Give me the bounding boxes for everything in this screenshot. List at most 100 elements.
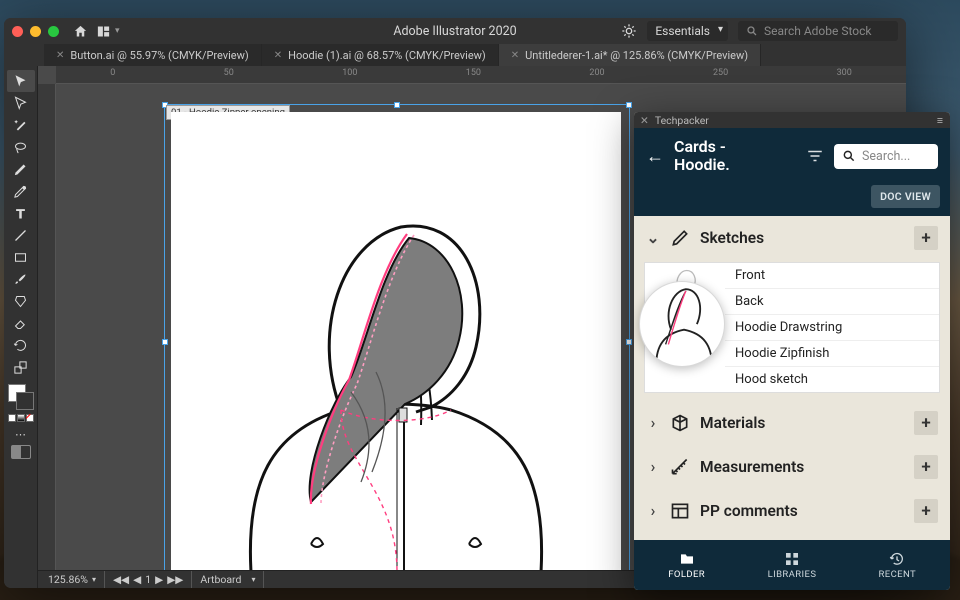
bottom-tab-libraries[interactable]: LIBRARIES xyxy=(739,540,844,590)
artboard[interactable] xyxy=(171,112,621,570)
color-mode-normal[interactable] xyxy=(8,414,16,422)
home-icon[interactable] xyxy=(73,24,88,39)
section-label: PP comments xyxy=(700,502,798,520)
status-context[interactable]: Artboard▾ xyxy=(192,571,264,588)
doc-tab[interactable]: ✕ Button.ai @ 55.97% (CMYK/Preview) xyxy=(44,44,262,66)
doc-tab-active[interactable]: ✕Untitlederer-1.ai* @ 125.86% (CMYK/Prev… xyxy=(499,44,761,66)
section-materials: › Materials + xyxy=(634,401,950,445)
bottom-tab-folder[interactable]: FOLDER xyxy=(634,540,739,590)
layout-icon xyxy=(670,501,690,521)
chevron-right-icon: › xyxy=(646,502,660,520)
cube-icon xyxy=(670,413,690,433)
techpacker-bottom-nav: FOLDER LIBRARIES RECENT xyxy=(634,540,950,590)
direct-selection-tool[interactable] xyxy=(7,92,35,114)
shaper-tool[interactable] xyxy=(7,290,35,312)
recent-icon xyxy=(888,551,906,567)
techpacker-header: ← Cards -Hoodie. Search... xyxy=(634,128,950,185)
section-label: Materials xyxy=(700,414,765,432)
toolbox-more[interactable]: ⋯ xyxy=(15,428,26,441)
search-placeholder: Search... xyxy=(862,149,910,164)
section-label: Sketches xyxy=(700,229,764,247)
eraser-tool[interactable] xyxy=(7,312,35,334)
toolbox: ⋯ xyxy=(4,66,38,588)
folder-icon xyxy=(678,551,696,567)
add-sketch-button[interactable]: + xyxy=(914,226,938,250)
window-close-button[interactable] xyxy=(12,26,23,37)
panel-grip[interactable]: ✕ Techpacker ≡ xyxy=(634,112,950,128)
selection-tool[interactable] xyxy=(7,70,35,92)
rotate-tool[interactable] xyxy=(7,334,35,356)
panel-grip-title: Techpacker xyxy=(649,114,937,127)
list-item[interactable]: Back xyxy=(725,288,939,314)
section-pp-header[interactable]: › PP comments + xyxy=(634,489,950,533)
doc-tab-label: Button.ai @ 55.97% (CMYK/Preview) xyxy=(70,49,248,62)
add-material-button[interactable]: + xyxy=(914,411,938,435)
back-button[interactable]: ← xyxy=(646,146,664,167)
list-item[interactable]: Hood sketch xyxy=(725,366,939,392)
list-item[interactable]: Hoodie Zipfinish xyxy=(725,340,939,366)
ruler-vertical[interactable] xyxy=(38,84,56,570)
window-zoom-button[interactable] xyxy=(48,26,59,37)
hoodie-sketch xyxy=(191,172,601,570)
arrange-docs-icon[interactable] xyxy=(96,24,111,39)
paintbrush-tool[interactable] xyxy=(7,268,35,290)
doc-tab[interactable]: ✕Hoodie (1).ai @ 68.57% (CMYK/Preview) xyxy=(262,44,499,66)
type-tool[interactable] xyxy=(7,202,35,224)
tab-close-icon[interactable]: ✕ xyxy=(511,50,519,61)
line-tool[interactable] xyxy=(7,224,35,246)
add-measurement-button[interactable]: + xyxy=(914,455,938,479)
section-measurements-header[interactable]: › Measurements + xyxy=(634,445,950,489)
doc-view-button[interactable]: DOC VIEW xyxy=(871,185,940,208)
ruler-icon xyxy=(670,457,690,477)
color-mode-none[interactable] xyxy=(26,414,34,422)
titlebar: ▾ Adobe Illustrator 2020 Essentials Sear… xyxy=(4,18,906,44)
section-materials-header[interactable]: › Materials + xyxy=(634,401,950,445)
list-item[interactable]: Front xyxy=(725,263,939,288)
scale-tool[interactable] xyxy=(7,356,35,378)
techpacker-title: Cards -Hoodie. xyxy=(674,138,796,175)
color-mode-gradient[interactable] xyxy=(17,414,25,422)
bottom-tab-recent[interactable]: RECENT xyxy=(845,540,950,590)
panel-menu-icon[interactable]: ≡ xyxy=(937,114,944,127)
dropdown-caret-icon[interactable]: ▾ xyxy=(115,26,120,36)
screen-mode[interactable] xyxy=(11,445,31,459)
stock-search-placeholder: Search Adobe Stock xyxy=(764,24,872,38)
document-tabs: ✕ Button.ai @ 55.97% (CMYK/Preview) ✕Hood… xyxy=(4,44,906,66)
section-sketches-header[interactable]: ⌄ Sketches + xyxy=(634,216,950,260)
workspace-dropdown[interactable]: Essentials xyxy=(647,21,728,41)
list-item[interactable]: Hoodie Drawstring xyxy=(725,314,939,340)
curvature-tool[interactable] xyxy=(7,180,35,202)
magic-wand-tool[interactable] xyxy=(7,114,35,136)
tab-close-icon[interactable]: ✕ xyxy=(274,50,282,61)
chevron-down-icon: ⌄ xyxy=(646,229,660,247)
chevron-right-icon: › xyxy=(646,458,660,476)
search-input[interactable]: Search... xyxy=(834,144,938,169)
filter-icon[interactable] xyxy=(806,147,824,165)
section-label: Measurements xyxy=(700,458,804,476)
section-measurements: › Measurements + xyxy=(634,445,950,489)
pencil-icon xyxy=(670,228,690,248)
ruler-horizontal[interactable]: 050100150200250300 xyxy=(56,66,906,84)
stroke-swatch[interactable] xyxy=(16,392,34,410)
lasso-tool[interactable] xyxy=(7,136,35,158)
canvas-area[interactable]: 01 - Hoodie Zipper opening xyxy=(56,84,728,570)
docview-row: DOC VIEW xyxy=(634,185,950,216)
rectangle-tool[interactable] xyxy=(7,246,35,268)
window-minimize-button[interactable] xyxy=(30,26,41,37)
search-icon xyxy=(746,25,758,37)
zoom-level[interactable]: 125.86%▾ xyxy=(40,571,105,588)
add-pp-button[interactable]: + xyxy=(914,499,938,523)
tab-close-icon[interactable]: ✕ xyxy=(56,50,64,61)
stock-search[interactable]: Search Adobe Stock xyxy=(738,21,898,41)
window-controls xyxy=(12,26,59,37)
sketch-list: Front Back Hoodie Drawstring Hoodie Zipf… xyxy=(725,263,939,392)
artboard-nav[interactable]: ◀◀◀1▶▶▶ xyxy=(105,571,192,588)
gpu-icon[interactable] xyxy=(621,23,637,39)
libraries-icon xyxy=(783,551,801,567)
section-pp-comments: › PP comments + xyxy=(634,489,950,533)
color-swatches[interactable]: ⋯ xyxy=(8,384,34,459)
sketch-card[interactable]: Front Back Hoodie Drawstring Hoodie Zipf… xyxy=(644,262,940,393)
chevron-right-icon: › xyxy=(646,414,660,432)
sketch-thumb-floating[interactable] xyxy=(639,281,725,367)
pen-tool[interactable] xyxy=(7,158,35,180)
